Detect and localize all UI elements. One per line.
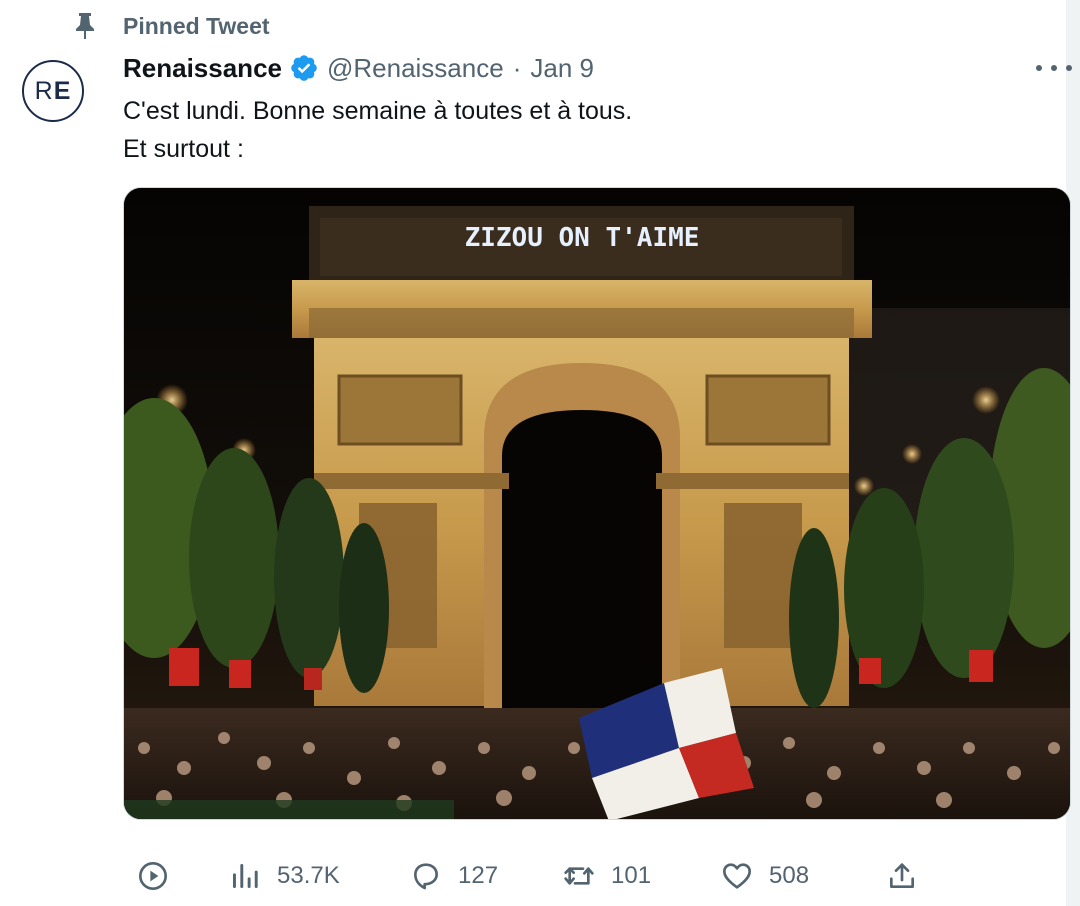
projection-text: ZIZOU ON T'AIME [465,223,700,253]
tweet-text-line: Et surtout : [123,135,244,163]
pinned-indicator: Pinned Tweet [0,6,700,44]
views-count: 53.7K [277,862,340,889]
tweet-text: C'est lundi. Bonne semaine à toutes et à… [123,92,632,168]
more-options-button[interactable] [1036,56,1072,80]
more-dot [1036,65,1042,71]
tweet-actions: 53.7K 127 101 508 [0,850,1080,906]
verified-badge-icon[interactable] [289,53,319,83]
share-icon [890,863,914,888]
separator-dot: · [512,52,522,83]
tweet-text-line: C'est lundi. Bonne semaine à toutes et à… [123,97,633,125]
pinned-label: Pinned Tweet [123,13,270,39]
display-name[interactable]: Renaissance [123,53,282,84]
reply-icon [414,863,438,890]
more-dot [1051,65,1057,71]
reply-count: 127 [458,862,499,889]
handle[interactable]: @Renaissance [327,53,504,84]
tweet-date[interactable]: Jan 9 [530,53,594,84]
reply-button[interactable]: 127 [410,856,498,896]
arc-de-triomphe-photo: ZIZOU ON T'AIME [124,188,1070,819]
views-button[interactable]: 53.7K [229,856,340,896]
tweet-photo[interactable]: ZIZOU ON T'AIME [123,187,1071,820]
avatar[interactable]: RE [22,60,84,122]
like-count: 508 [769,862,810,889]
retweet-count: 101 [611,862,652,889]
play-button[interactable] [137,856,169,896]
avatar-logo: RE [34,76,72,105]
retweet-button[interactable]: 101 [563,856,651,896]
retweet-icon [564,867,594,885]
tweet-header: Renaissance @Renaissance · Jan 9 [123,50,594,86]
more-dot [1066,65,1072,71]
share-button[interactable] [886,856,918,896]
analytics-icon [233,864,258,888]
heart-icon [723,863,751,889]
pin-icon [76,13,94,39]
play-icon [139,862,167,890]
like-button[interactable]: 508 [721,856,809,896]
